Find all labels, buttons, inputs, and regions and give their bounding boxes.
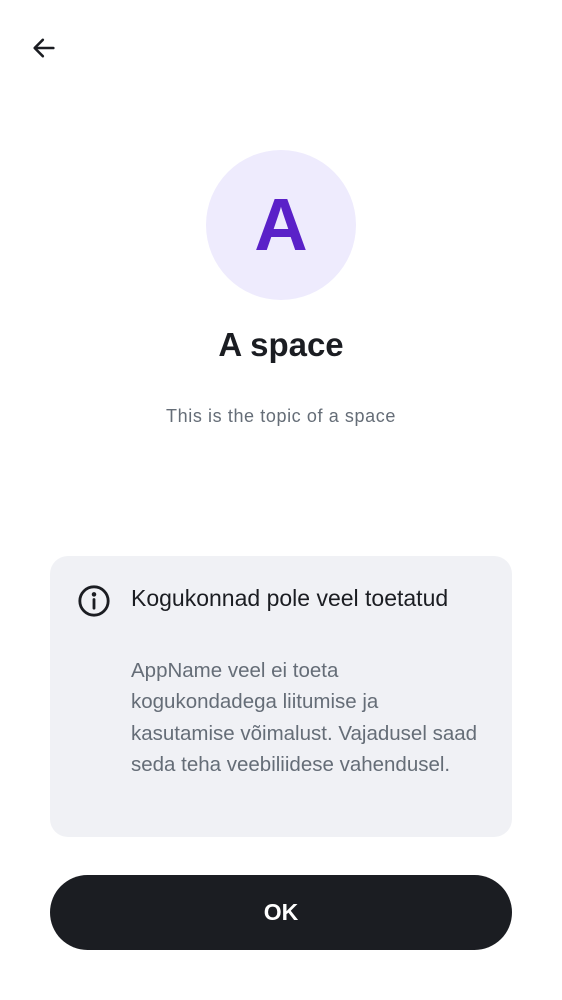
avatar-letter: A [254, 183, 308, 266]
notice-title: Kogukonnad pole veel toetatud [131, 585, 449, 611]
space-topic: This is the topic of a space [166, 406, 396, 426]
space-info-screen: A A space This is the topic of a space K… [0, 0, 562, 1000]
arrow-left-icon [30, 34, 58, 67]
notice-body: AppName veel ei toeta kogukondadega liit… [131, 659, 478, 776]
ok-button[interactable]: OK [50, 875, 512, 950]
info-icon [77, 584, 111, 618]
back-button[interactable] [22, 28, 66, 72]
space-avatar: A [206, 150, 356, 300]
space-name: A space [218, 326, 344, 363]
unsupported-notice-card: Kogukonnad pole veel toetatud AppName ve… [50, 556, 512, 837]
